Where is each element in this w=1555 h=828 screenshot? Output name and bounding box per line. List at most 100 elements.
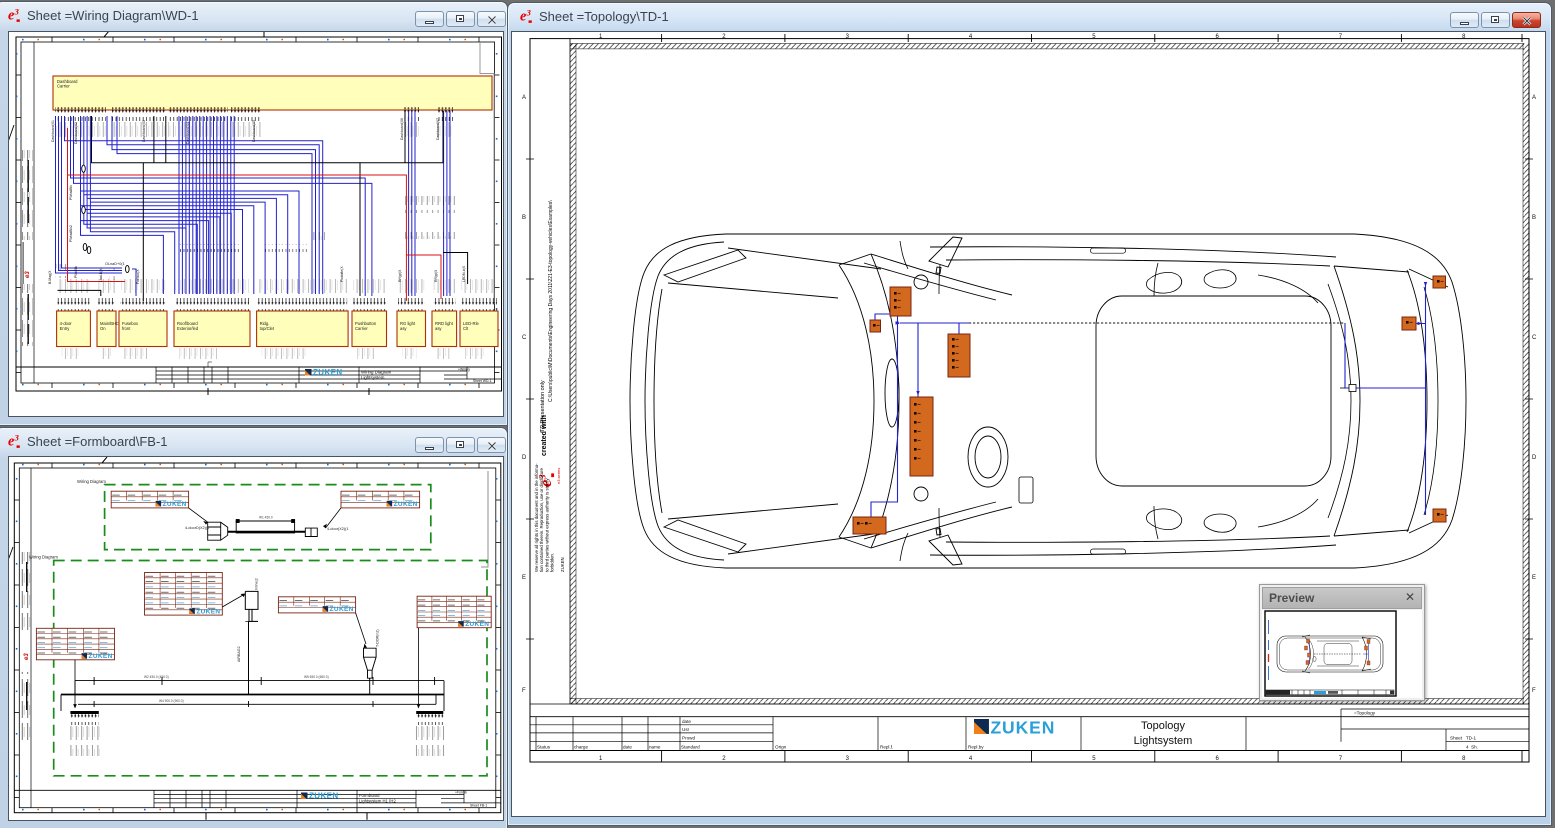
svg-text:Topology: Topology [1141,720,1186,732]
svg-text:Dashboard(X3: Dashboard(X3 [142,120,146,142]
svg-text:date: date [623,745,632,750]
svg-text:Pwbbfte(X: Pwbbfte(X [340,266,344,282]
svg-text:On: On [100,326,106,331]
svg-text:6: 6 [1216,756,1220,762]
svg-text:created with: created with [541,415,548,456]
svg-text:Dashboard(X6: Dashboard(X6 [400,118,404,140]
svg-text:Clt: Clt [463,326,469,331]
svg-text:4: 4 [969,756,973,762]
svg-text:3: 3 [14,7,20,17]
svg-text:4 Sh.: 4 Sh. [1466,745,1478,750]
svg-text:RH(gt(X: RH(gt(X [398,269,402,282]
svg-text:Wiring Diagram: Wiring Diagram [29,555,58,560]
svg-text:Repl.by: Repl.by [968,745,984,750]
svg-text:ZUKEN: ZUKEN [163,501,187,508]
svg-text:Lightsystem: Lightsystem [361,375,385,380]
svg-text:3: 3 [846,756,850,762]
svg-text:e3.series: e3.series [556,468,561,484]
svg-text:e3: e3 [24,653,30,660]
svg-text:C: C [1532,335,1537,341]
svg-text:Formboard: Formboard [359,793,380,798]
svg-text:ZUKEN: ZUKEN [89,653,113,660]
svg-text:1: 1 [599,756,603,762]
svg-text:Status: Status [537,745,551,750]
svg-text:asy: asy [400,326,407,331]
svg-text:E: E [522,575,526,581]
svg-text:Entry: Entry [60,326,71,331]
svg-text:C: C [522,335,527,341]
svg-text:B-Mag(X: B-Mag(X [48,270,52,284]
svg-text:PWradBik2: PWradBik2 [69,225,73,242]
svg-text:Lfad-B(X): Lfad-B(X) [99,267,103,282]
svg-text:A: A [522,95,526,101]
svg-text:AIRBAG2: AIRBAG2 [237,646,241,662]
svg-text:7: 7 [1339,756,1343,762]
svg-text:top/Clet: top/Clet [260,326,275,331]
svg-text:ZUKEN: ZUKEN [465,621,489,628]
svg-text:4-doorD(X2)(1: 4-doorD(X2)(1 [185,526,209,530]
svg-text:ZUKEN: ZUKEN [990,717,1055,737]
svg-text:OLnaD+0(1: OLnaD+0(1 [105,262,125,266]
svg-text:charge: charge [574,745,588,750]
svg-text:D: D [1532,455,1537,461]
svg-text:3: 3 [14,433,20,443]
svg-text:5: 5 [1092,756,1096,762]
svg-text:Usr: Usr [682,727,690,732]
svg-text:LRDM-b(X: LRDM-b(X [462,265,466,282]
svg-text:Exterior/led: Exterior/led [177,326,199,331]
svg-text:W5 650.0 (650.0): W5 650.0 (650.0) [304,675,329,679]
svg-text:+Wiring: +Wiring [458,368,470,372]
svg-text:Dashboard(X2: Dashboard(X2 [74,122,78,144]
svg-text:+Formb: +Formb [455,791,467,795]
svg-text:Prowd: Prowd [682,736,695,741]
svg-text:Dashboard(X4: Dashboard(X4 [186,122,190,144]
svg-text:B: B [522,215,526,221]
svg-text:F: F [1532,688,1536,694]
svg-text:ZUKEN: ZUKEN [196,608,220,615]
svg-text:asy: asy [435,326,442,331]
svg-text:Sheet WD-1: Sheet WD-1 [473,379,492,383]
svg-text:3: 3 [526,8,532,18]
svg-text:C:\Users\public\M\Documents\En: C:\Users\public\M\Documents\Engineering … [548,200,554,402]
svg-text:ZUKEN: ZUKEN [309,792,339,801]
svg-text:W2 450.0 (450.0): W2 450.0 (450.0) [144,675,169,679]
svg-text:Sheet TD-1: Sheet TD-1 [1450,736,1476,741]
svg-text:PWdBik: PWdBik [74,266,78,278]
svg-text:ZUKEN: ZUKEN [330,606,354,613]
svg-text:Dashboard(X7: Dashboard(X7 [436,118,440,140]
svg-text:Inline(2: Inline(2 [255,578,259,590]
svg-text:4-door(X2)(1: 4-door(X2)(1 [327,527,349,531]
svg-text:W1 450.0: W1 450.0 [259,516,273,520]
svg-text:e3: e3 [25,271,31,278]
svg-text:front: front [122,326,131,331]
svg-text:E: E [1532,575,1536,581]
svg-text:ZUKEN: ZUKEN [394,501,418,508]
svg-text:F: F [522,688,526,694]
svg-text:Carrier: Carrier [355,326,368,331]
svg-text:W4 900.0 (900.0): W4 900.0 (900.0) [159,699,184,703]
svg-text:B: B [1532,215,1536,221]
svg-text:2: 2 [722,756,726,762]
svg-text:=Topology: =Topology [1354,711,1376,716]
svg-text:Standard: Standard [681,745,700,750]
svg-text:RR(gt(X: RR(gt(X [434,269,438,282]
svg-text:Wiring Diagram: Wiring Diagram [77,479,106,484]
svg-text:ZUKEN: ZUKEN [313,368,343,377]
svg-text:A: A [1532,95,1536,101]
svg-text:forbidden.: forbidden. [550,553,555,572]
svg-text:Lightsystem: Lightsystem [1134,735,1193,747]
svg-text:Fwrbox(X: Fwrbox(X [136,269,140,284]
svg-text:PWradBik: PWradBik [69,185,73,200]
svg-text:D: D [522,455,527,461]
svg-text:Repl.f.: Repl.f. [880,745,893,750]
svg-text:Sheet FB-1: Sheet FB-1 [470,804,487,808]
svg-text:Orign: Orign [775,745,787,750]
svg-text:Wiring Diagram: Wiring Diagram [361,370,392,375]
svg-text:ZUKEN: ZUKEN [560,557,565,572]
svg-text:Lightsystem H1 (H2: Lightsystem H1 (H2 [359,799,396,804]
svg-text:T-DOR(n2): T-DOR(n2) [376,629,380,647]
svg-text:Dashboard(X1: Dashboard(X1 [51,120,55,142]
svg-text:name: name [649,745,661,750]
svg-text:Dashboard(X5: Dashboard(X5 [252,120,256,142]
svg-text:date: date [682,719,691,724]
